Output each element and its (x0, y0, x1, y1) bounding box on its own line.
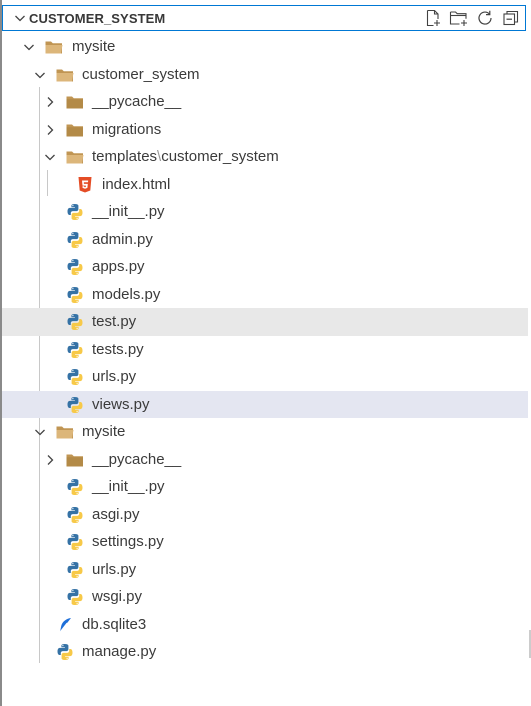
tree-item-label: apps.py (92, 258, 145, 275)
html5-icon (76, 176, 94, 194)
chevron-down-icon[interactable] (43, 150, 57, 164)
tree-item-label: tests.py (92, 340, 144, 358)
python-icon (65, 561, 85, 579)
tree-item-label: settings.py (92, 533, 164, 550)
tree-folder-customer-system[interactable]: customer_system (2, 61, 528, 89)
python-icon (65, 258, 85, 276)
tree-item-label: models.py (92, 285, 161, 303)
tree-item-label: db.sqlite3 (82, 615, 147, 633)
tree-item-label: admin.py (92, 230, 153, 248)
folder-open-icon (44, 38, 64, 56)
folder-closed-icon (65, 93, 85, 111)
tree-folder-pycache[interactable]: __pycache__ (2, 88, 528, 116)
python-icon (65, 203, 85, 221)
python-icon (65, 368, 85, 386)
tree-item-label: index.html (102, 175, 171, 193)
python-icon (65, 313, 85, 331)
header-actions (423, 8, 521, 28)
tree-file-models[interactable]: models.py (2, 281, 528, 309)
chevron-right-icon[interactable] (43, 123, 57, 137)
chevron-down-icon[interactable] (22, 40, 36, 54)
tree-file-apps[interactable]: apps.py (2, 253, 528, 281)
tree-folder-migrations[interactable]: migrations (2, 116, 528, 144)
python-icon (55, 643, 75, 661)
tree-item-label: __init__.py (92, 203, 165, 220)
chevron-right-icon[interactable] (43, 453, 57, 467)
tree-file-views[interactable]: views.py (2, 390, 528, 418)
explorer-section-header[interactable]: CUSTOMER_SYSTEM (2, 5, 526, 31)
tree-file-test[interactable]: test.py (2, 308, 528, 336)
tree-item-label: mysite (72, 38, 116, 55)
tree-item-label: __pycache__ (92, 450, 182, 468)
folder-open-icon (55, 66, 75, 84)
folder-open-icon (55, 423, 75, 441)
tree-item-label: __init__.py (92, 478, 165, 495)
tree-file-init[interactable]: __init__.py (2, 198, 528, 226)
tree-folder-mysite-project[interactable]: mysite (2, 418, 528, 446)
tree-file-index-html[interactable]: index.html (2, 171, 528, 199)
python-icon (65, 341, 85, 359)
tree-item-label: urls.py (92, 368, 137, 385)
tree-item-label: __pycache__ (92, 93, 182, 110)
tree-item-label: test.py (92, 313, 137, 330)
python-icon (65, 533, 85, 551)
tree-file-wsgi[interactable]: wsgi.py (2, 583, 528, 611)
tree-file-tests[interactable]: tests.py (2, 336, 528, 364)
tree-item-label: manage.py (82, 643, 157, 660)
templates-sub-label: customer_system (161, 148, 279, 165)
folder-open-icon (65, 148, 85, 166)
new-folder-icon[interactable] (449, 8, 469, 28)
chevron-down-icon[interactable] (33, 425, 47, 439)
tree-item-label: asgi.py (92, 505, 140, 523)
tree-folder-templates[interactable]: templates\customer_system (2, 143, 528, 171)
database-feather-icon (56, 616, 74, 634)
tree-folder-mysite-root[interactable]: mysite (2, 33, 528, 61)
tree-item-label: templates\customer_system (92, 148, 279, 166)
tree-item-label: mysite (82, 423, 126, 440)
explorer-panel: CUSTOMER_SYSTEM mysite customer_system _… (0, 0, 531, 706)
python-icon (65, 231, 85, 249)
tree-item-label: migrations (92, 120, 162, 138)
workspace-title: CUSTOMER_SYSTEM (29, 11, 166, 26)
folder-closed-icon (65, 121, 85, 139)
python-icon (65, 396, 85, 414)
tree-file-db-sqlite3[interactable]: db.sqlite3 (2, 611, 528, 639)
tree-item-label: customer_system (82, 65, 200, 83)
tree-file-asgi[interactable]: asgi.py (2, 501, 528, 529)
python-icon (65, 478, 85, 496)
refresh-icon[interactable] (475, 8, 495, 28)
tree-file-settings[interactable]: settings.py (2, 528, 528, 556)
chevron-down-icon[interactable] (33, 68, 47, 82)
python-icon (65, 506, 85, 524)
collapse-all-icon[interactable] (501, 8, 521, 28)
python-icon (65, 286, 85, 304)
python-icon (65, 588, 85, 606)
tree-file-init[interactable]: __init__.py (2, 473, 528, 501)
tree-file-urls[interactable]: urls.py (2, 556, 528, 584)
chevron-down-icon[interactable] (13, 11, 27, 25)
tree-file-admin[interactable]: admin.py (2, 226, 528, 254)
tree-file-manage[interactable]: manage.py (2, 638, 528, 666)
tree-item-label: urls.py (92, 560, 137, 578)
new-file-icon[interactable] (423, 8, 443, 28)
tree-file-urls[interactable]: urls.py (2, 363, 528, 391)
file-tree: mysite customer_system __pycache__ migra… (2, 33, 528, 666)
chevron-right-icon[interactable] (43, 95, 57, 109)
templates-label: templates (92, 148, 158, 165)
tree-item-label: views.py (92, 395, 150, 413)
tree-folder-pycache[interactable]: __pycache__ (2, 446, 528, 474)
tree-item-label: wsgi.py (92, 588, 143, 605)
folder-closed-icon (65, 451, 85, 469)
